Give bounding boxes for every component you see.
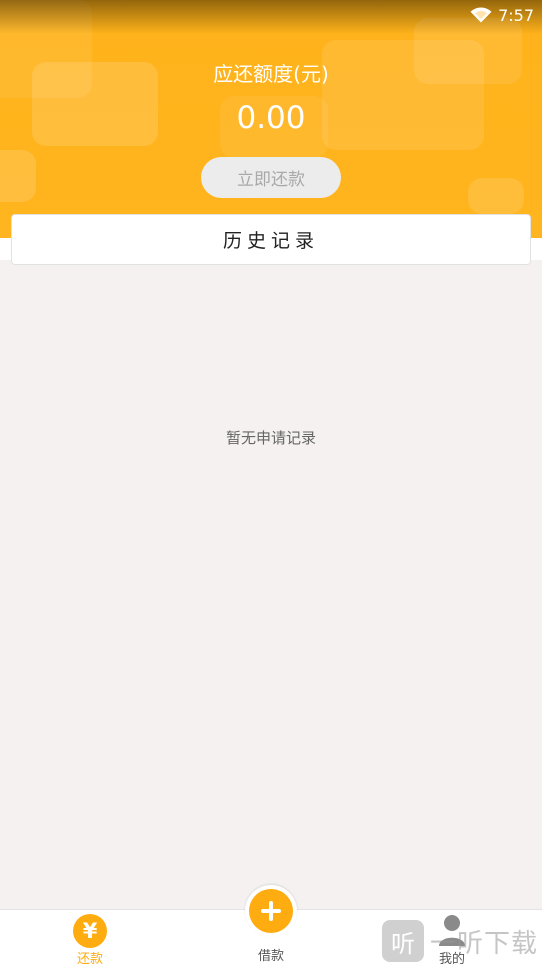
card-gutter	[0, 238, 11, 260]
status-time: 7:57	[498, 5, 534, 25]
repay-now-button[interactable]: 立即还款	[201, 157, 341, 198]
screen: 7:57 应还额度(元) 0.00 立即还款 历史记录 暂无申请记录 ¥ 还款 …	[0, 0, 542, 964]
header-decoration	[0, 150, 36, 202]
yen-icon: ¥	[73, 914, 107, 948]
amount-due-label: 应还额度(元)	[213, 62, 329, 86]
history-records-header: 历史记录	[11, 214, 531, 265]
nav-label-mine: 我的	[438, 952, 465, 964]
status-bar: 7:57	[470, 4, 534, 26]
header-decoration	[468, 178, 524, 214]
plus-icon	[249, 889, 293, 933]
header-banner: 7:57 应还额度(元) 0.00 立即还款	[0, 0, 542, 238]
nav-label-repay: 还款	[76, 952, 103, 964]
nav-label-borrow: 借款	[257, 949, 284, 964]
history-records-title: 历史记录	[222, 230, 319, 252]
nav-item-mine[interactable]: 我的	[392, 910, 512, 964]
person-icon	[439, 915, 465, 946]
nav-item-repay[interactable]: ¥ 还款	[30, 910, 150, 964]
status-bar-shade	[0, 0, 542, 34]
borrow-plus-button[interactable]	[245, 885, 297, 937]
amount-due-value: 0.00	[236, 100, 306, 136]
wifi-icon	[470, 7, 492, 23]
empty-state-text: 暂无申请记录	[225, 429, 316, 447]
card-gutter	[531, 238, 542, 260]
